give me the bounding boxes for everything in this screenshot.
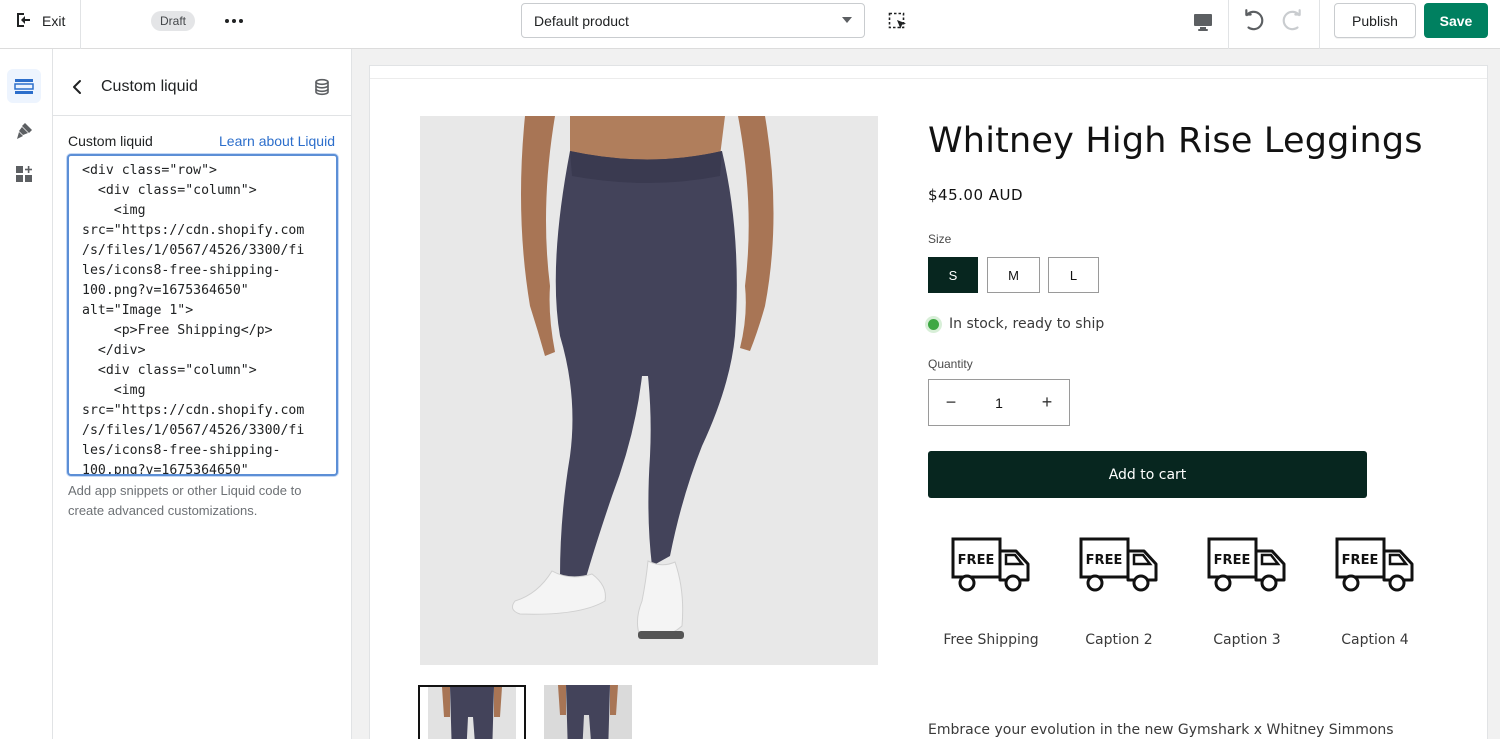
settings-panel: Custom liquid Custom liquid Learn about … [53,49,352,739]
product-thumbnail-2[interactable] [536,685,644,739]
custom-liquid-help-text: Add app snippets or other Liquid code to… [68,483,302,518]
product-title: Whitney High Rise Leggings [928,121,1423,161]
theme-settings-icon [17,123,32,139]
product-thumbnail-1[interactable] [418,685,526,739]
in-stock-dot-icon [928,318,939,330]
quantity-stepper: − 1 + [928,379,1070,426]
free-shipping-truck-icon: FREE [951,537,1030,592]
dynamic-source-button[interactable] [312,77,332,97]
back-button[interactable] [68,77,88,97]
shipping-caption: Caption 4 [1341,632,1409,648]
database-icon [315,78,329,96]
custom-liquid-label: Custom liquid [68,133,153,149]
sections-nav-button[interactable] [7,69,41,103]
learn-about-liquid-link[interactable]: Learn about Liquid [219,133,335,149]
app-embeds-nav-button[interactable] [7,157,41,191]
size-option-s[interactable]: S [928,257,978,293]
save-button[interactable]: Save [1424,3,1488,38]
stock-status: In stock, ready to ship [928,316,1104,332]
size-label: Size [928,232,952,246]
size-option-m[interactable]: M [987,257,1040,293]
panel-title: Custom liquid [101,78,198,95]
redo-button[interactable] [1278,8,1304,34]
theme-settings-nav-button[interactable] [7,114,41,148]
shipping-caption: Free Shipping [943,632,1039,648]
publish-button[interactable]: Publish [1334,3,1416,38]
draft-status-badge: Draft [151,11,196,31]
app-embeds-icon [16,166,32,182]
shipping-caption: Caption 3 [1213,632,1281,648]
leggings-photo [420,116,878,665]
undo-button[interactable] [1242,8,1268,34]
shipping-badge: FREE Free Shipping [936,536,1046,648]
exit-label: Exit [42,13,66,29]
stock-text: In stock, ready to ship [949,316,1105,332]
top-bar: Exit Draft Default product Publish Save [0,0,1500,49]
inspector-toggle-button[interactable] [886,10,910,34]
size-option-l[interactable]: L [1048,257,1099,293]
svg-text:FREE: FREE [1342,553,1379,568]
product-price: $45.00 AUD [928,186,1024,204]
svg-text:FREE: FREE [1214,553,1251,568]
exit-icon [14,10,34,33]
divider [80,0,81,49]
product-template-select[interactable]: Default product [521,3,865,38]
chevron-left-icon [73,80,81,94]
shipping-badge: FREE Caption 2 [1064,536,1174,648]
undo-icon [1245,9,1264,31]
product-select-value: Default product [534,12,629,29]
shipping-badge: FREE Caption 4 [1320,536,1430,648]
thumbnail-image [428,687,516,739]
svg-text:FREE: FREE [1086,553,1123,568]
desktop-preview-button[interactable] [1191,10,1215,34]
exit-button[interactable]: Exit [14,10,65,32]
shipping-badge: FREE Caption 3 [1192,536,1302,648]
svg-text:FREE: FREE [958,553,995,568]
shipping-caption: Caption 2 [1085,632,1153,648]
free-shipping-truck-icon: FREE [1079,537,1158,592]
divider [370,78,1487,79]
quantity-decrease-button[interactable]: − [929,380,973,425]
code-content: <div class="row"> <div class="column"> <… [82,163,305,476]
thumbnail-image [544,685,632,739]
divider [1228,0,1229,49]
ellipsis-icon [225,19,243,23]
custom-liquid-code-editor[interactable]: <div class="row"> <div class="column"> <… [67,154,338,476]
product-description: Embrace your evolution in the new Gymsha… [928,722,1394,738]
divider [1319,0,1320,49]
redo-icon [1282,9,1301,31]
quantity-increase-button[interactable]: + [1025,380,1069,425]
sections-icon [14,79,34,94]
storefront-preview: Whitney High Rise Leggings $45.00 AUD Si… [369,65,1488,739]
free-shipping-truck-icon: FREE [1207,537,1286,592]
add-to-cart-button[interactable]: Add to cart [928,451,1367,498]
desktop-icon [1194,14,1212,31]
quantity-value[interactable]: 1 [973,380,1025,425]
more-actions-button[interactable] [222,10,246,32]
panel-header: Custom liquid [53,49,352,116]
editor-nav-rail [0,49,53,739]
quantity-label: Quantity [928,357,973,371]
chevron-down-icon [842,17,852,23]
product-main-image[interactable] [420,116,878,665]
select-cursor-icon [888,12,906,29]
free-shipping-truck-icon: FREE [1335,537,1414,592]
